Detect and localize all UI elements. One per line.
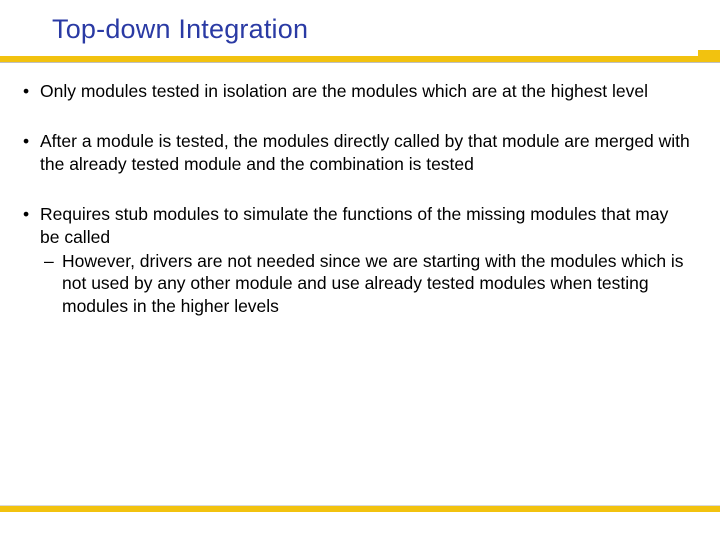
bullet-text: After a module is tested, the modules di… xyxy=(40,131,690,173)
bullet-text: Only modules tested in isolation are the… xyxy=(40,81,648,101)
bullet-item: Requires stub modules to simulate the fu… xyxy=(22,203,690,317)
bullet-text: Requires stub modules to simulate the fu… xyxy=(40,204,668,246)
bullet-item: After a module is tested, the modules di… xyxy=(22,130,690,175)
sub-bullet-text: However, drivers are not needed since we… xyxy=(62,251,684,316)
slide-body: Only modules tested in isolation are the… xyxy=(0,80,720,345)
decor-thin-top xyxy=(0,62,720,63)
bullet-item: Only modules tested in isolation are the… xyxy=(22,80,690,102)
decor-rule-bottom xyxy=(0,506,720,512)
slide-title: Top-down Integration xyxy=(52,14,720,45)
sub-bullet-item: However, drivers are not needed since we… xyxy=(40,250,690,317)
